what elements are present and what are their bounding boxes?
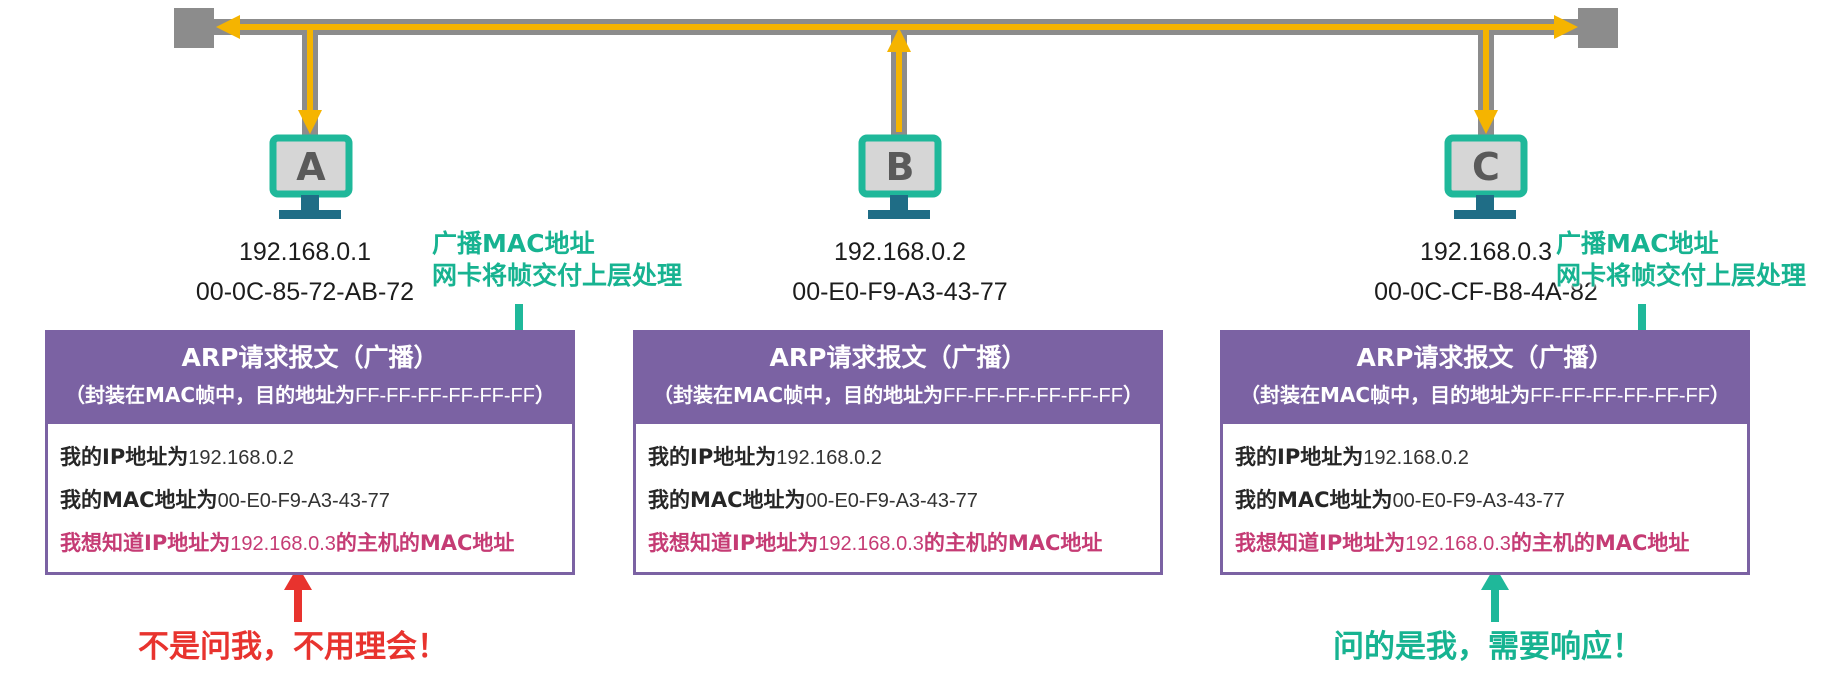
host-letter-c: C (1472, 145, 1500, 189)
arp-box-body: 我的IP地址为192.168.0.2 我的MAC地址为00-E0-F9-A3-4… (48, 424, 572, 565)
bus-terminator-right (1578, 8, 1618, 48)
bus-terminator-left (174, 8, 214, 48)
arp-box-title: ARP请求报文（广播） (181, 343, 439, 372)
arp-box-subtitle: （封装在MAC帧中，目的地址为FF-FF-FF-FF-FF-FF） (1240, 383, 1730, 407)
computer-a-icon: A (269, 134, 353, 219)
arp-box-subtitle: （封装在MAC帧中，目的地址为FF-FF-FF-FF-FF-FF） (65, 383, 555, 407)
arp-box-b: ARP请求报文（广播） （封装在MAC帧中，目的地址为FF-FF-FF-FF-F… (633, 330, 1163, 575)
sender-mac-row: 我的MAC地址为00-E0-F9-A3-43-77 (1235, 488, 1565, 512)
host-letter-a: A (296, 145, 326, 189)
computer-c-icon: C (1444, 134, 1528, 219)
verdict-respond-c: 问的是我，需要响应！ (1333, 629, 1643, 665)
arp-box-body: 我的IP地址为192.168.0.2 我的MAC地址为00-E0-F9-A3-4… (1223, 424, 1747, 565)
callout-c: 广播MAC地址 网卡将帧交付上层处理 (1556, 228, 1806, 292)
arp-box-title: ARP请求报文（广播） (1356, 343, 1614, 372)
target-query-row: 我想知道IP地址为192.168.0.3的主机的MAC地址 (60, 531, 515, 555)
callout-a: 广播MAC地址 网卡将帧交付上层处理 (432, 228, 682, 292)
host-a-ip: 192.168.0.1 (238, 238, 372, 266)
sender-mac-row: 我的MAC地址为00-E0-F9-A3-43-77 (648, 488, 978, 512)
sender-ip-row: 我的IP地址为192.168.0.2 (1235, 445, 1469, 469)
arp-box-title: ARP请求报文（广播） (769, 343, 1027, 372)
callout-a-line1: 广播MAC地址 (432, 229, 595, 258)
sender-ip-row: 我的IP地址为192.168.0.2 (60, 445, 294, 469)
arp-box-header: ARP请求报文（广播） （封装在MAC帧中，目的地址为FF-FF-FF-FF-F… (48, 333, 572, 424)
arp-box-subtitle: （封装在MAC帧中，目的地址为FF-FF-FF-FF-FF-FF） (653, 383, 1143, 407)
sender-mac-row: 我的MAC地址为00-E0-F9-A3-43-77 (60, 488, 390, 512)
host-c-ip: 192.168.0.3 (1419, 238, 1553, 266)
host-b-ip: 192.168.0.2 (833, 238, 967, 266)
callout-a-line2: 网卡将帧交付上层处理 (432, 261, 683, 290)
verdict-ignore-a: 不是问我，不用理会！ (138, 629, 448, 665)
sender-ip-row: 我的IP地址为192.168.0.2 (648, 445, 882, 469)
host-a-mac: 00-0C-85-72-AB-72 (195, 278, 415, 306)
callout-c-line2: 网卡将帧交付上层处理 (1556, 261, 1807, 290)
arp-box-header: ARP请求报文（广播） （封装在MAC帧中，目的地址为FF-FF-FF-FF-F… (1223, 333, 1747, 424)
arp-box-header: ARP请求报文（广播） （封装在MAC帧中，目的地址为FF-FF-FF-FF-F… (636, 333, 1160, 424)
arp-box-a: ARP请求报文（广播） （封装在MAC帧中，目的地址为FF-FF-FF-FF-F… (45, 330, 575, 575)
host-letter-b: B (886, 145, 915, 189)
arp-box-c: ARP请求报文（广播） （封装在MAC帧中，目的地址为FF-FF-FF-FF-F… (1220, 330, 1750, 575)
host-b-mac: 00-E0-F9-A3-43-77 (792, 278, 1008, 306)
target-query-row: 我想知道IP地址为192.168.0.3的主机的MAC地址 (648, 531, 1103, 555)
computer-b-icon: B (858, 134, 942, 219)
arp-box-body: 我的IP地址为192.168.0.2 我的MAC地址为00-E0-F9-A3-4… (636, 424, 1160, 565)
target-query-row: 我想知道IP地址为192.168.0.3的主机的MAC地址 (1235, 531, 1690, 555)
callout-c-line1: 广播MAC地址 (1556, 229, 1719, 258)
